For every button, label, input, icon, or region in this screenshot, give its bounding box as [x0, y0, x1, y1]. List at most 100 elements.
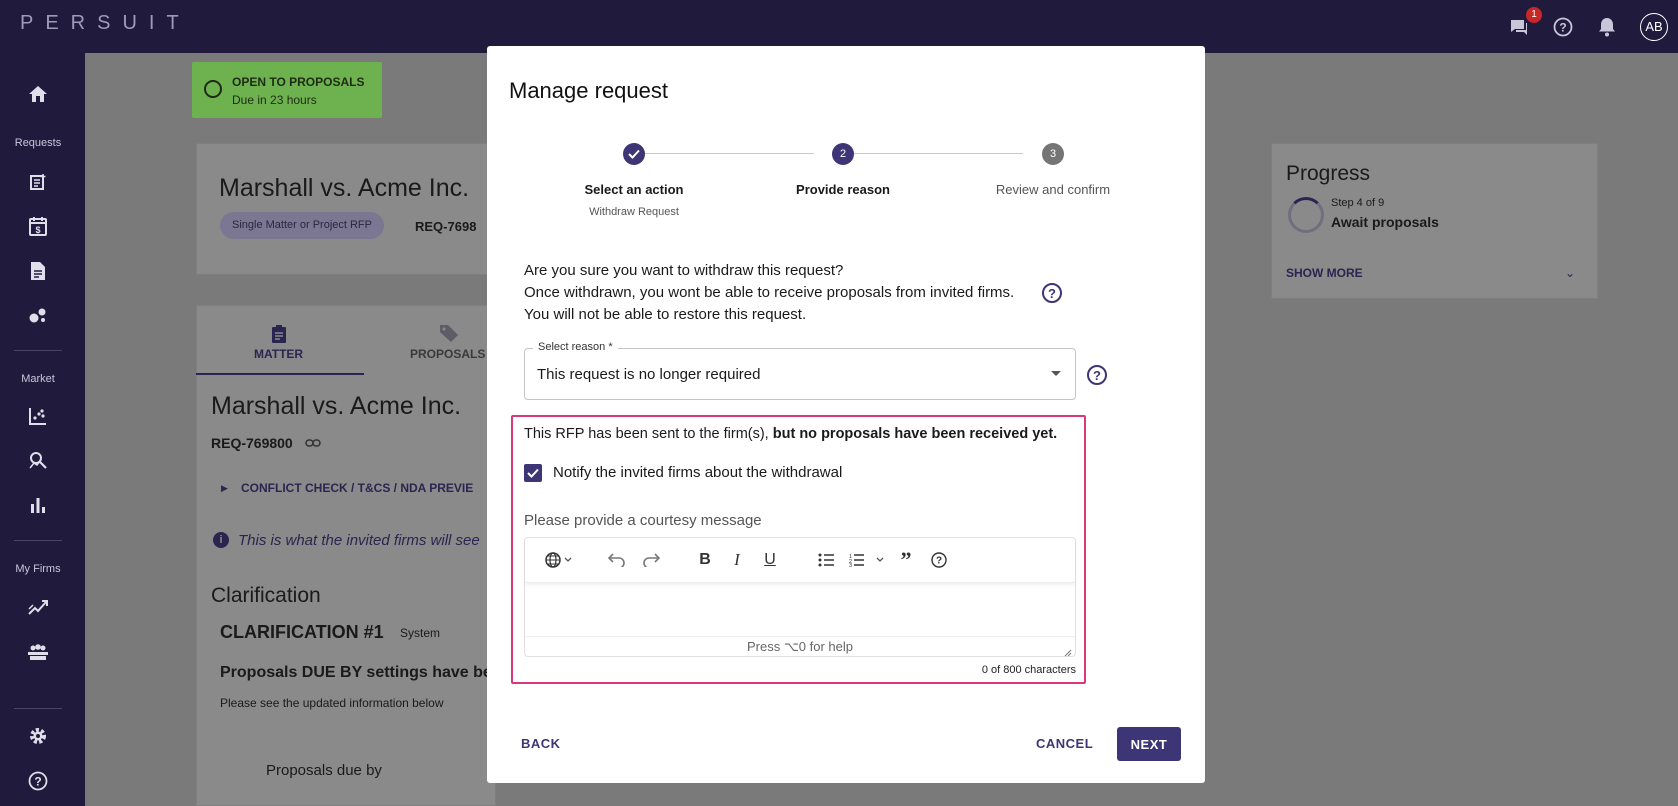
confirm-restore-note: You will not be able to restore this req…	[524, 306, 807, 323]
status-banner: OPEN TO PROPOSALS Due in 23 hours	[192, 62, 382, 118]
persuit-logo[interactable]: PERSUIT	[20, 12, 191, 35]
help-icon[interactable]: ?	[1552, 16, 1574, 38]
table-cell-proposals-due: Proposals due by	[266, 762, 382, 779]
link-icon[interactable]	[305, 436, 321, 448]
settings-gear-icon[interactable]	[27, 725, 49, 747]
clock-icon	[204, 80, 222, 98]
reason-select-value: This request is no longer required	[537, 366, 761, 383]
rfp-notice: This RFP has been sent to the firm(s), b…	[524, 426, 1057, 442]
courtesy-message-label: Please provide a courtesy message	[524, 512, 762, 529]
matter-title: Marshall vs. Acme Inc.	[219, 174, 470, 202]
step-1-sublabel: Withdraw Request	[589, 206, 679, 218]
svg-text:?: ?	[936, 556, 942, 567]
matter-detail-card	[196, 305, 496, 806]
notifications-bell-icon[interactable]	[1596, 16, 1618, 38]
matter-header-card	[196, 143, 496, 275]
firms-group-icon[interactable]	[27, 641, 49, 663]
sidebar-divider	[14, 708, 62, 709]
clarification-heading: Clarification	[211, 584, 321, 607]
bold-icon[interactable]: B	[695, 550, 715, 570]
matter-type-chip: Single Matter or Project RFP	[220, 212, 384, 239]
sidebar-nav: Requests $ Market My Firms ?	[0, 53, 85, 806]
resize-handle-icon[interactable]	[1064, 644, 1072, 657]
language-globe-icon[interactable]	[541, 550, 577, 570]
home-icon[interactable]	[27, 83, 49, 105]
market-analysis-icon[interactable]	[27, 449, 49, 471]
progress-ring	[1288, 197, 1324, 233]
sidebar-section-market: Market	[21, 373, 55, 385]
stepper-connector	[644, 153, 814, 154]
back-button[interactable]: BACK	[521, 736, 561, 751]
reason-select-label: Select reason *	[533, 341, 618, 353]
redo-icon[interactable]	[641, 550, 661, 570]
reason-select[interactable]: Select reason * This request is no longe…	[524, 341, 1076, 400]
conflict-check-link[interactable]: CONFLICT CHECK / T&CS / NDA PREVIE	[241, 481, 473, 495]
clarification-item-title: CLARIFICATION #1	[220, 622, 384, 642]
step-2-number: 2	[832, 143, 854, 165]
chevron-down-icon[interactable]: ⌄	[1565, 266, 1575, 280]
editor-text-area[interactable]	[525, 584, 1075, 636]
svg-text:$: $	[35, 225, 40, 235]
numbered-list-icon[interactable]: 123	[848, 550, 888, 570]
show-more-link[interactable]: SHOW MORE	[1286, 266, 1363, 280]
notify-firms-checkbox[interactable]	[524, 464, 542, 482]
expand-caret-icon[interactable]: ▶	[221, 483, 228, 494]
sidebar-section-requests: Requests	[14, 137, 62, 149]
withdraw-help-icon[interactable]: ?	[1042, 283, 1062, 303]
bubbles-icon[interactable]	[27, 304, 49, 326]
rfp-notice-text: This RFP has been sent to the firm(s),	[524, 426, 773, 442]
messages-icon[interactable]: 1	[1508, 6, 1542, 38]
tag-icon	[439, 324, 459, 342]
proposals-due-heading: Proposals DUE BY settings have be	[220, 664, 492, 681]
underline-icon[interactable]: U	[760, 550, 780, 570]
step-1-label: Select an action	[584, 182, 684, 197]
calendar-dollar-icon[interactable]: $	[27, 215, 49, 237]
step-3-label: Review and confirm	[995, 182, 1111, 197]
user-avatar[interactable]: AB	[1640, 12, 1668, 41]
svg-text:3: 3	[849, 563, 852, 567]
rfp-notice-bold: but no proposals have been received yet.	[772, 426, 1058, 442]
step-2-label: Provide reason	[796, 182, 890, 197]
reason-help-icon[interactable]: ?	[1087, 365, 1107, 385]
cancel-button[interactable]: CANCEL	[1036, 736, 1093, 751]
status-title: OPEN TO PROPOSALS	[232, 75, 365, 89]
step-1-check-icon	[623, 143, 645, 165]
sidebar-section-my-firms: My Firms	[15, 563, 61, 575]
sidebar-divider	[14, 540, 62, 541]
step-3-number: 3	[1042, 143, 1064, 165]
character-count: 0 of 800 characters	[981, 664, 1076, 676]
confirm-question: Are you sure you want to withdraw this r…	[524, 262, 844, 279]
trending-icon[interactable]	[27, 596, 49, 618]
info-text: This is what the invited firms will see	[238, 532, 480, 549]
italic-icon[interactable]: I	[727, 550, 747, 570]
manage-request-dialog: Manage request Select an action Withdraw…	[487, 46, 1205, 783]
confirm-warning: Once withdrawn, you wont be able to rece…	[524, 284, 1015, 301]
editor-help-icon[interactable]: ?	[929, 550, 949, 570]
dialog-title: Manage request	[509, 78, 668, 103]
matter-title-secondary: Marshall vs. Acme Inc.	[211, 392, 462, 420]
bar-chart-icon[interactable]	[27, 494, 49, 516]
sidebar-divider	[14, 350, 62, 351]
blockquote-icon[interactable]: ”	[896, 547, 916, 572]
info-icon: i	[213, 532, 229, 548]
document-icon[interactable]	[27, 260, 49, 282]
tab-matter[interactable]: MATTER	[254, 347, 303, 361]
updated-info-text: Please see the updated information below	[220, 696, 444, 710]
scatter-chart-icon[interactable]	[27, 405, 49, 427]
editor-help-hint: Press ⌥0 for help	[525, 636, 1075, 656]
svg-text:?: ?	[1559, 20, 1566, 34]
bulleted-list-icon[interactable]	[816, 550, 836, 570]
next-button[interactable]: NEXT	[1117, 727, 1181, 761]
tab-proposals[interactable]: PROPOSALS	[410, 347, 485, 361]
courtesy-message-editor: B I U 123 ” ? Press ⌥0 for help	[524, 537, 1076, 657]
svg-text:?: ?	[34, 775, 41, 789]
new-request-icon[interactable]	[27, 171, 49, 193]
messages-badge: 1	[1526, 6, 1542, 23]
help-circle-icon[interactable]: ?	[27, 770, 49, 792]
undo-icon[interactable]	[607, 550, 627, 570]
dropdown-caret-icon	[1051, 371, 1061, 376]
progress-title: Progress	[1286, 162, 1371, 185]
progress-step: Step 4 of 9	[1331, 197, 1385, 209]
status-due: Due in 23 hours	[232, 93, 317, 107]
notify-firms-label[interactable]: Notify the invited firms about the withd…	[553, 464, 842, 481]
